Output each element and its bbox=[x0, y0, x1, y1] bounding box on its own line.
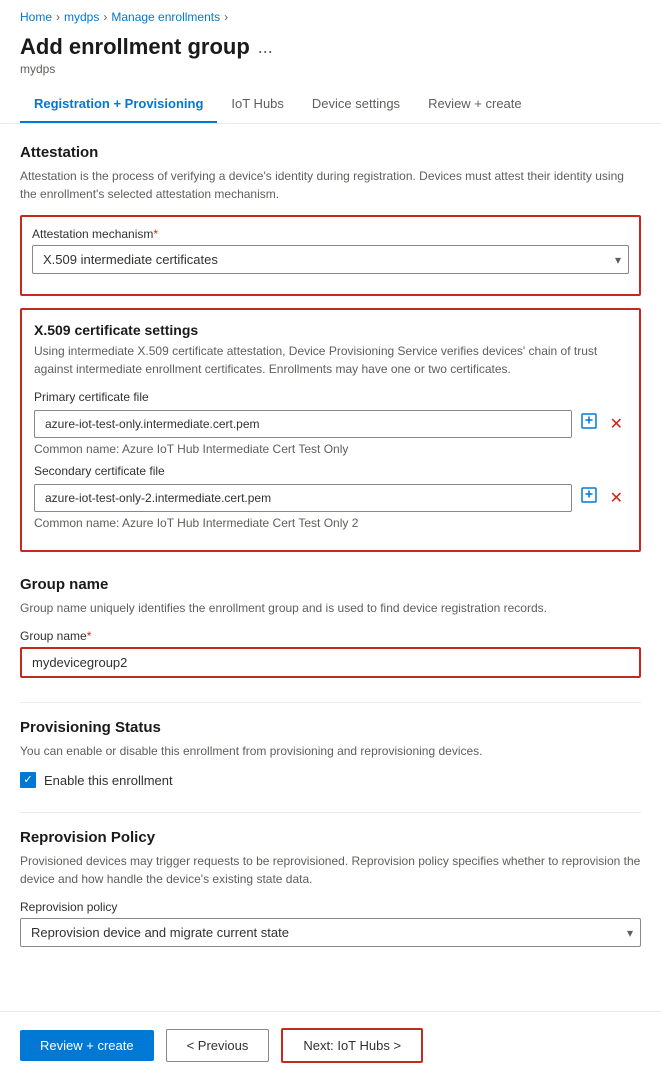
secondary-cert-input[interactable] bbox=[34, 484, 572, 512]
group-name-field-label: Group name* bbox=[20, 629, 641, 643]
primary-cert-delete-icon[interactable]: ✕ bbox=[606, 410, 627, 438]
cert-settings-title: X.509 certificate settings bbox=[34, 322, 627, 338]
page-subtitle: mydps bbox=[20, 62, 641, 76]
breadcrumb-home[interactable]: Home bbox=[20, 10, 52, 24]
enable-enrollment-row: ✓ Enable this enrollment bbox=[20, 772, 641, 788]
tab-iot-hubs[interactable]: IoT Hubs bbox=[217, 86, 298, 123]
provisioning-status-title: Provisioning Status bbox=[20, 719, 641, 736]
reprovision-policy-select-wrapper: Reprovision device and migrate current s… bbox=[20, 918, 641, 947]
reprovision-policy-section: Reprovision Policy Provisioned devices m… bbox=[20, 829, 641, 947]
breadcrumb-manage-enrollments[interactable]: Manage enrollments bbox=[111, 10, 220, 24]
secondary-cert-field: Secondary certificate file ✕ Common name… bbox=[34, 464, 627, 530]
primary-cert-input-row: ✕ bbox=[34, 408, 627, 439]
group-name-input-box bbox=[20, 647, 641, 678]
main-content: Attestation Attestation is the process o… bbox=[0, 124, 661, 991]
primary-cert-label: Primary certificate file bbox=[34, 390, 627, 404]
group-name-input[interactable] bbox=[32, 655, 629, 670]
tab-bar: Registration + Provisioning IoT Hubs Dev… bbox=[0, 86, 661, 124]
breadcrumb: Home › mydps › Manage enrollments › bbox=[0, 0, 661, 30]
provisioning-status-description: You can enable or disable this enrollmen… bbox=[20, 742, 641, 760]
group-name-title: Group name bbox=[20, 576, 641, 593]
tab-registration-provisioning[interactable]: Registration + Provisioning bbox=[20, 86, 217, 123]
cert-settings-description: Using intermediate X.509 certificate att… bbox=[34, 342, 627, 378]
previous-button[interactable]: < Previous bbox=[166, 1029, 270, 1062]
tab-device-settings[interactable]: Device settings bbox=[298, 86, 414, 123]
certificate-settings-box: X.509 certificate settings Using interme… bbox=[20, 308, 641, 552]
enable-enrollment-checkbox[interactable]: ✓ bbox=[20, 772, 36, 788]
reprovision-policy-description: Provisioned devices may trigger requests… bbox=[20, 852, 641, 888]
enable-enrollment-label: Enable this enrollment bbox=[44, 773, 173, 788]
divider-2 bbox=[20, 812, 641, 813]
primary-cert-field: Primary certificate file ✕ Common name: … bbox=[34, 390, 627, 456]
attestation-section: Attestation Attestation is the process o… bbox=[20, 144, 641, 552]
attestation-mechanism-select-wrapper: X.509 intermediate certificatesSymmetric… bbox=[32, 245, 629, 274]
footer: Review + create < Previous Next: IoT Hub… bbox=[0, 1011, 661, 1079]
primary-cert-input[interactable] bbox=[34, 410, 572, 438]
reprovision-policy-title: Reprovision Policy bbox=[20, 829, 641, 846]
attestation-mechanism-select[interactable]: X.509 intermediate certificatesSymmetric… bbox=[32, 245, 629, 274]
group-name-section: Group name Group name uniquely identifie… bbox=[20, 576, 641, 678]
breadcrumb-mydps[interactable]: mydps bbox=[64, 10, 99, 24]
primary-cert-upload-icon[interactable] bbox=[576, 408, 602, 439]
secondary-cert-common-name: Common name: Azure IoT Hub Intermediate … bbox=[34, 516, 627, 530]
group-name-description: Group name uniquely identifies the enrol… bbox=[20, 599, 641, 617]
next-iot-hubs-button[interactable]: Next: IoT Hubs > bbox=[281, 1028, 423, 1063]
attestation-description: Attestation is the process of verifying … bbox=[20, 167, 641, 203]
checkbox-checkmark-icon: ✓ bbox=[23, 775, 32, 786]
reprovision-policy-select[interactable]: Reprovision device and migrate current s… bbox=[20, 918, 641, 947]
page-header: Add enrollment group ... mydps bbox=[0, 30, 661, 86]
options-menu-button[interactable]: ... bbox=[258, 37, 273, 58]
secondary-cert-upload-icon[interactable] bbox=[576, 482, 602, 513]
provisioning-status-section: Provisioning Status You can enable or di… bbox=[20, 719, 641, 788]
divider-1 bbox=[20, 702, 641, 703]
secondary-cert-label: Secondary certificate file bbox=[34, 464, 627, 478]
tab-review-create[interactable]: Review + create bbox=[414, 86, 536, 123]
review-create-button[interactable]: Review + create bbox=[20, 1030, 154, 1061]
primary-cert-common-name: Common name: Azure IoT Hub Intermediate … bbox=[34, 442, 627, 456]
page-title: Add enrollment group bbox=[20, 34, 250, 60]
attestation-mechanism-field: Attestation mechanism* X.509 intermediat… bbox=[32, 227, 629, 274]
attestation-mechanism-label: Attestation mechanism* bbox=[32, 227, 629, 241]
reprovision-policy-field-label: Reprovision policy bbox=[20, 900, 641, 914]
attestation-title: Attestation bbox=[20, 144, 641, 161]
secondary-cert-delete-icon[interactable]: ✕ bbox=[606, 484, 627, 512]
secondary-cert-input-row: ✕ bbox=[34, 482, 627, 513]
attestation-mechanism-box: Attestation mechanism* X.509 intermediat… bbox=[20, 215, 641, 296]
